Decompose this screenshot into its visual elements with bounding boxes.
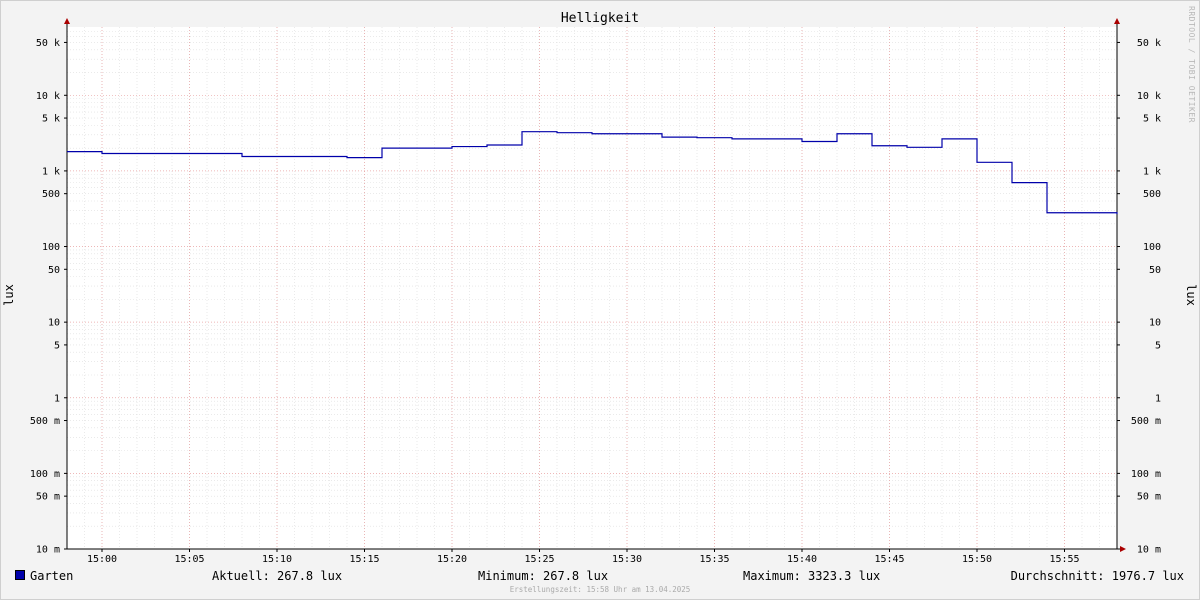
x-tick-label: 15:35 [699,554,729,565]
y-tick-label-left: 1 [54,393,60,404]
y-tick-label-right: 500 [1143,189,1161,200]
y-tick-label-left: 10 k [36,91,60,102]
y-tick-label-left: 5 [54,340,60,351]
chart-plot: 50 k 50 k 10 k 10 k 5 k 5 k 1 k 1 k 500 500 100 100… [30,18,1161,565]
x-tick-labels: 15:00 15:05 15:10 15:15 15:20 15:25 15:30 15:35… [87,554,1080,565]
stat-maximum: Maximum: 3323.3 lux [743,569,881,583]
legend-swatch-garten [15,570,25,580]
x-tick-label: 15:55 [1049,554,1079,565]
y-tick-label-right: 10 m [1137,545,1161,556]
y-tick-label-left: 100 [42,242,60,253]
y-tick-label-right: 500 m [1131,416,1161,427]
x-tick-label: 15:10 [262,554,292,565]
x-tick-label: 15:30 [612,554,642,565]
y-tick-label-right: 50 [1149,265,1161,276]
y-axis-arrow-right [1114,18,1120,24]
stat-current: Aktuell: 267.8 lux [212,569,343,583]
stat-average: Durchschnitt: 1976.7 lux [1010,569,1184,583]
x-tick-label: 15:40 [787,554,817,565]
y-tick-label-left: 5 k [42,114,60,125]
x-tick-label: 15:45 [874,554,904,565]
y-tick-label-left: 50 [48,265,60,276]
x-axis-arrow [1120,546,1126,552]
y-tick-label-right: 50 m [1137,492,1161,503]
x-tick-label: 15:00 [87,554,117,565]
y-axis-arrow-left [64,18,70,24]
y-tick-label-right: 100 m [1131,469,1161,480]
y-tick-label-left: 50 m [36,492,60,503]
creation-time-footer: Erstellungszeit: 15:58 Uhr am 13.04.2025 [509,585,691,594]
y-tick-label-right: 1 k [1143,166,1161,177]
x-tick-label: 15:25 [524,554,554,565]
x-tick-label: 15:20 [437,554,467,565]
y-tick-label-left: 1 k [42,166,60,177]
y-tick-label-right: 1 [1155,393,1161,404]
y-tick-label-left: 500 [42,189,60,200]
y-tick-label-left: 10 m [36,545,60,556]
x-tick-label: 15:05 [174,554,204,565]
x-tick-label: 15:15 [349,554,379,565]
y-tick-label-left: 500 m [30,416,60,427]
y-tick-label-right: 5 [1155,340,1161,351]
y-tick-label-right: 10 k [1137,91,1161,102]
y-tick-label-right: 5 k [1143,114,1161,125]
y-tick-label-right: 50 k [1137,38,1161,49]
y-tick-label-right: 10 [1149,318,1161,329]
y-tick-label-left: 100 m [30,469,60,480]
y-tick-label-right: 100 [1143,242,1161,253]
legend-series-name: Garten [30,569,74,583]
y-tick-label-left: 50 k [36,38,60,49]
y-tick-label-left: 10 [48,318,60,329]
stat-minimum: Minimum: 267.8 lux [478,569,609,583]
x-tick-label: 15:50 [962,554,992,565]
